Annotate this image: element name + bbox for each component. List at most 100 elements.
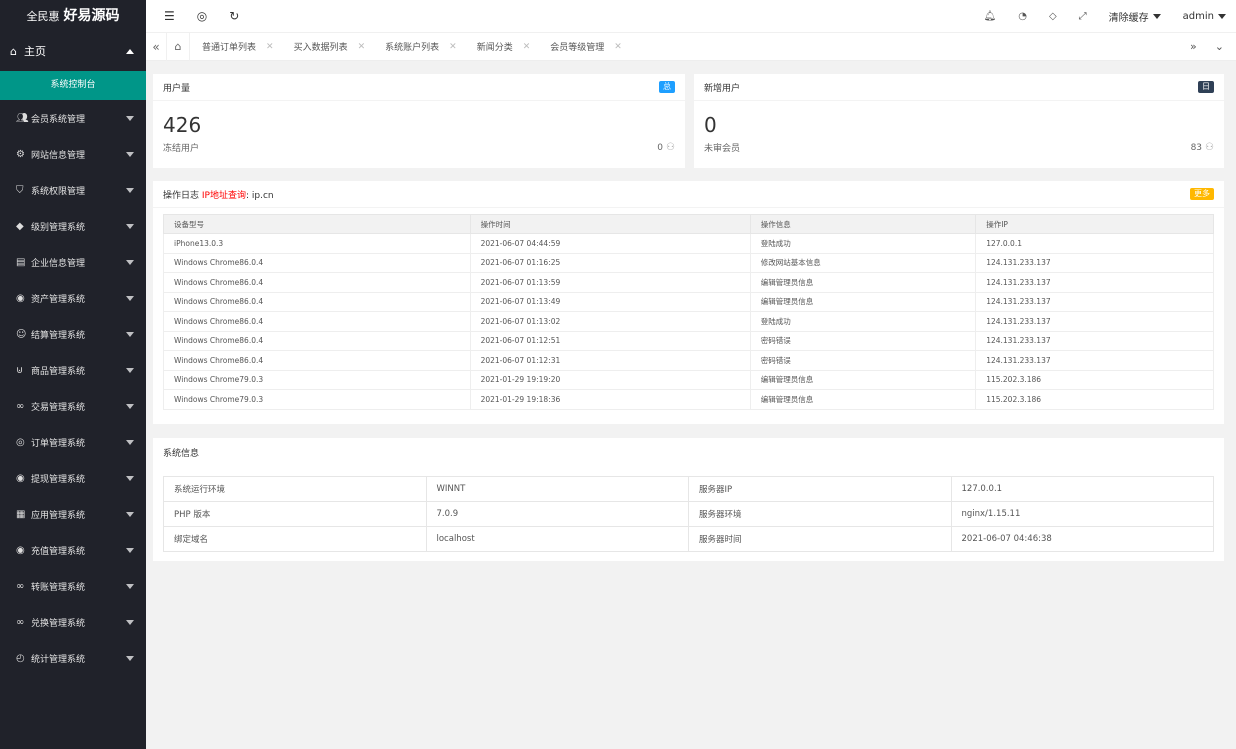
chevron-down-icon xyxy=(126,115,134,121)
chevron-down-icon xyxy=(1152,13,1161,19)
tab[interactable]: 新闻分类 ✕ xyxy=(465,40,539,54)
sidebar-item-label: 系统权限管理 xyxy=(31,186,86,197)
chevron-down-icon xyxy=(126,619,134,625)
table-cell: 服务器环境 xyxy=(688,501,952,527)
sidebar-item[interactable]: ◉ 资产管理系统 xyxy=(0,280,146,316)
coin-icon: ◉ xyxy=(16,292,25,304)
more-badge[interactable]: 更多 xyxy=(1190,188,1214,200)
sidebar-item[interactable]: ⛉ 系统权限管理 xyxy=(0,172,146,208)
close-icon[interactable]: ✕ xyxy=(266,42,274,52)
table-cell: Windows Chrome86.0.4 xyxy=(163,311,471,332)
tab[interactable]: 普通订单列表 ✕ xyxy=(190,40,282,54)
fullscreen-icon[interactable]: ⤢ xyxy=(1079,11,1087,22)
ip-query-link[interactable]: IP地址查询 xyxy=(202,191,246,201)
tag-icon[interactable]: ◇ xyxy=(1049,11,1057,22)
sidebar-item[interactable]: ∞ 转账管理系统 xyxy=(0,568,146,604)
chevron-down-icon xyxy=(126,223,134,229)
sidebar-item[interactable]: ▤ 企业信息管理 xyxy=(0,244,146,280)
table-cell: 密码错误 xyxy=(749,330,977,351)
logo[interactable]: 全民惠 好易源码 xyxy=(0,0,146,33)
table-cell: 124.131.233.137 xyxy=(975,311,1214,332)
user-name: admin xyxy=(1182,10,1214,22)
tabs-next-icon[interactable]: » xyxy=(1190,40,1197,53)
tab-home[interactable]: ⌂ xyxy=(166,32,190,61)
bell-icon[interactable]: 🔔︎ xyxy=(984,11,997,22)
tab[interactable]: 买入数据列表 ✕ xyxy=(282,40,374,54)
log-title: 操作日志 xyxy=(163,190,200,201)
table-cell: 2021-06-07 01:12:51 xyxy=(469,330,751,351)
clear-cache-label: 清除缓存 xyxy=(1108,12,1149,24)
user-icon: ⚇ xyxy=(666,142,675,153)
sidebar-item[interactable]: ☺ 结算管理系统 xyxy=(0,316,146,352)
close-icon[interactable]: ✕ xyxy=(523,42,531,52)
table-cell: 登陆成功 xyxy=(749,233,977,254)
card-title: 操作日志 IP地址查询: ip.cn xyxy=(163,190,274,201)
user-icon: ⚇ xyxy=(1205,142,1214,153)
table-cell: 7.0.9 xyxy=(425,501,689,527)
globe-icon[interactable]: ◎ xyxy=(197,9,207,23)
table-cell: 2021-01-29 19:18:36 xyxy=(469,389,751,410)
sidebar-item[interactable]: ⊍ 商品管理系统 xyxy=(0,352,146,388)
tab[interactable]: 系统账户列表 ✕ xyxy=(373,40,465,54)
menu-toggle-icon[interactable]: ☰ xyxy=(164,9,175,23)
table-cell: 2021-06-07 01:16:25 xyxy=(469,252,751,273)
close-icon[interactable]: ✕ xyxy=(614,42,622,52)
sidebar-item[interactable]: ◉ 提现管理系统 xyxy=(0,460,146,496)
clear-cache-menu[interactable]: 清除缓存 xyxy=(1109,9,1161,24)
operation-log-card: 操作日志 IP地址查询: ip.cn 更多 设备型号 操作时间 操作信息 操作IP i… xyxy=(153,181,1224,424)
sidebar-item[interactable]: ◴ 统计管理系统 xyxy=(0,640,146,676)
table-row: Windows Chrome86.0.4 2021-06-07 01:13:02 登… xyxy=(163,311,1214,332)
refresh-icon[interactable]: ↻ xyxy=(229,9,239,23)
table-cell: 124.131.233.137 xyxy=(975,291,1214,312)
table-cell: 服务器时间 xyxy=(688,526,952,552)
sidebar-item-label: 提现管理系统 xyxy=(31,474,86,485)
sidebar-item[interactable]: ⚙ 网站信息管理 xyxy=(0,136,146,172)
tabs-dropdown-icon[interactable]: ⌄ xyxy=(1215,40,1224,53)
theme-icon[interactable]: ◔ xyxy=(1018,11,1027,22)
chevron-down-icon xyxy=(126,655,134,661)
coin-icon: ◉ xyxy=(16,472,25,484)
table-cell: Windows Chrome86.0.4 xyxy=(163,330,471,351)
table-cell: 系统运行环境 xyxy=(163,476,427,502)
sidebar-item-label: 企业信息管理 xyxy=(31,258,86,269)
sidebar: 全民惠 好易源码 ⌂ 主页 系统控制台 👥︎ 会员系统管理 ⚙ 网站信息管理 ⛉ … xyxy=(0,0,146,749)
close-icon[interactable]: ✕ xyxy=(358,42,366,52)
tab[interactable]: 会员等级管理 ✕ xyxy=(538,40,630,54)
table-cell: Windows Chrome86.0.4 xyxy=(163,272,471,293)
sidebar-item[interactable]: 👥︎ 会员系统管理 xyxy=(0,100,146,136)
link-icon: ∞ xyxy=(16,580,25,592)
table-cell: 124.131.233.137 xyxy=(975,252,1214,273)
sidebar-item[interactable]: ◉ 充值管理系统 xyxy=(0,532,146,568)
ip-site-link[interactable]: ip.cn xyxy=(252,191,274,201)
tabs-prev-icon[interactable]: « xyxy=(146,40,166,54)
table-row: Windows Chrome86.0.4 2021-06-07 01:13:59 编… xyxy=(163,272,1214,293)
chevron-down-icon xyxy=(126,403,134,409)
home-icon: ⌂ xyxy=(10,44,17,58)
sidebar-item[interactable]: ▦ 应用管理系统 xyxy=(0,496,146,532)
tab-label: 买入数据列表 xyxy=(293,43,348,53)
system-info-table: 系统运行环境 WINNT 服务器IP 127.0.0.1 PHP 版本 7.0.9 服务器环… xyxy=(163,476,1214,552)
system-info-card: 系统信息 系统运行环境 WINNT 服务器IP 127.0.0.1 PHP 版本 7.0.… xyxy=(153,438,1224,561)
close-icon[interactable]: ✕ xyxy=(449,42,457,52)
sidebar-item-label: 兑换管理系统 xyxy=(31,618,86,629)
table-row: PHP 版本 7.0.9 服务器环境 nginx/1.15.11 xyxy=(163,501,1214,527)
sidebar-subitem-console[interactable]: 系统控制台 xyxy=(0,71,146,100)
sidebar-item[interactable]: ◆ 级别管理系统 xyxy=(0,208,146,244)
chevron-down-icon xyxy=(126,439,134,445)
sidebar-item[interactable]: ∞ 兑换管理系统 xyxy=(0,604,146,640)
user-menu[interactable]: admin xyxy=(1183,11,1226,22)
table-cell: Windows Chrome86.0.4 xyxy=(163,252,471,273)
table-row: Windows Chrome86.0.4 2021-06-07 01:13:49 编… xyxy=(163,291,1214,312)
chevron-down-icon xyxy=(126,187,134,193)
link-icon: ∞ xyxy=(16,616,25,628)
table-cell: 2021-06-07 01:13:59 xyxy=(469,272,751,293)
sidebar-item-home[interactable]: ⌂ 主页 xyxy=(0,33,146,69)
user-count-card: 用户量 总 426 冻结用户 0 ⚇ xyxy=(153,74,685,168)
brand-big: 好易源码 xyxy=(63,8,120,24)
sidebar-item[interactable]: ∞ 交易管理系统 xyxy=(0,388,146,424)
tab-bar: « ⌂ 普通订单列表 ✕ 买入数据列表 ✕ 系统账户列表 ✕ 新闻分类 ✕ 会员等级管理 ✕ » … xyxy=(146,32,1236,61)
sidebar-item[interactable]: ◎ 订单管理系统 xyxy=(0,424,146,460)
tab-label: 会员等级管理 xyxy=(550,43,605,53)
shield-icon: ⛉ xyxy=(16,184,24,196)
table-cell: 编辑管理员信息 xyxy=(749,272,977,293)
